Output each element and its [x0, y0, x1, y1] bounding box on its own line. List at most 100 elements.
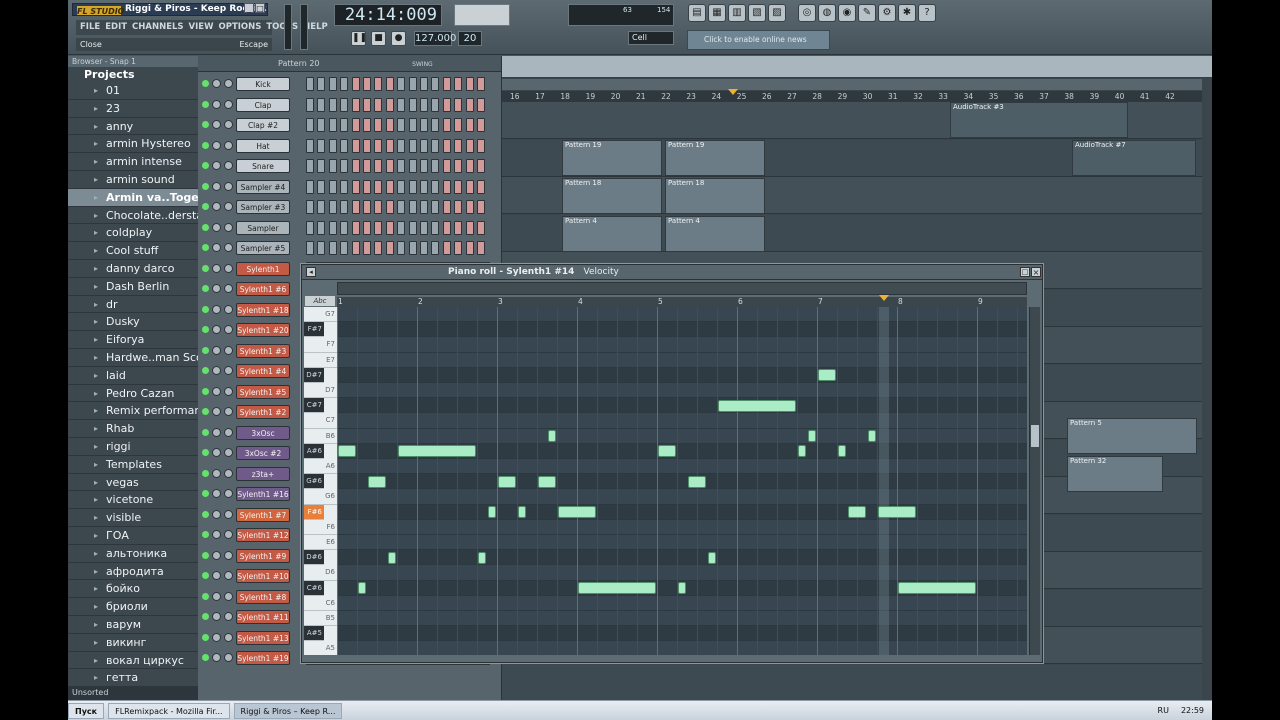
channel-button[interactable]: Sylenth1 #6	[236, 282, 290, 296]
channel-button[interactable]: Sylenth1 #7	[236, 507, 290, 522]
step-button[interactable]	[431, 118, 440, 132]
note[interactable]	[848, 506, 866, 519]
volume-knob[interactable]	[224, 161, 233, 170]
piano-key[interactable]: C#6	[304, 580, 324, 596]
master-pitch-slider[interactable]	[300, 4, 308, 50]
volume-knob[interactable]	[224, 407, 233, 416]
channel-button[interactable]: Sampler #3	[236, 200, 290, 214]
volume-knob[interactable]	[224, 571, 233, 580]
browser-item[interactable]: гетта	[68, 669, 198, 688]
note[interactable]	[548, 430, 556, 443]
browser-item[interactable]: варум	[68, 616, 198, 634]
browser-item[interactable]: vegas	[68, 474, 198, 492]
browser-item[interactable]: вокал циркус	[68, 652, 198, 670]
volume-knob[interactable]	[224, 530, 233, 539]
channel-button[interactable]: Sylenth1 #10	[236, 569, 290, 583]
channel-led-icon[interactable]	[202, 244, 209, 251]
step-button[interactable]	[317, 220, 326, 235]
channel-led-icon[interactable]	[202, 367, 209, 374]
piano-key[interactable]: C7	[304, 413, 337, 429]
step-button[interactable]	[374, 77, 383, 91]
channel-row[interactable]: Clap #2	[198, 115, 498, 136]
step-button[interactable]	[420, 220, 428, 235]
step-button[interactable]	[363, 179, 371, 194]
channel-button[interactable]: Sylenth1 #5	[236, 384, 290, 399]
note[interactable]	[398, 445, 476, 458]
piano-key[interactable]: A5	[304, 641, 337, 655]
channel-button[interactable]: Sylenth1 #11	[236, 610, 290, 624]
step-button[interactable]	[408, 220, 417, 235]
browser-item[interactable]: Eiforya	[68, 331, 198, 349]
browser-item[interactable]: Rhab	[68, 420, 198, 438]
piano-key[interactable]: F#7	[304, 322, 324, 338]
playlist-clip[interactable]: Pattern 18	[665, 178, 765, 214]
step-button[interactable]	[351, 97, 360, 112]
maximize-icon[interactable]: □	[1020, 267, 1030, 277]
volume-knob[interactable]	[224, 468, 233, 478]
step-button[interactable]	[317, 200, 326, 214]
browser-item[interactable]: vicetone	[68, 491, 198, 510]
channel-button[interactable]: z3ta+	[236, 466, 290, 481]
pan-knob[interactable]	[212, 243, 221, 252]
channel-led-icon[interactable]	[202, 633, 209, 641]
channel-led-icon[interactable]	[202, 182, 209, 190]
master-volume-slider[interactable]	[284, 4, 292, 50]
step-button[interactable]	[363, 77, 371, 91]
browser-item[interactable]: ГОА	[68, 527, 198, 545]
step-button[interactable]	[431, 77, 440, 91]
channel-button[interactable]: 3xOsc #2	[236, 446, 290, 460]
pan-knob[interactable]	[212, 509, 221, 519]
step-button[interactable]	[454, 241, 463, 255]
browser-item[interactable]: 23	[68, 100, 198, 118]
menu-item[interactable]: CHANNELS	[132, 20, 184, 35]
step-button[interactable]	[465, 179, 474, 194]
minimize-icon[interactable]: _	[244, 3, 254, 13]
volume-knob[interactable]	[224, 99, 233, 109]
channel-led-icon[interactable]	[202, 346, 209, 354]
step-button[interactable]	[397, 159, 406, 173]
help-icon[interactable]: ?	[918, 4, 936, 22]
step-button[interactable]	[385, 159, 394, 173]
pattern-selector[interactable]: 20	[458, 31, 482, 46]
step-button[interactable]	[306, 200, 314, 214]
step-button[interactable]	[454, 97, 463, 112]
step-button[interactable]	[374, 159, 383, 173]
step-button[interactable]	[374, 220, 383, 235]
playlist-clip[interactable]: Pattern 4	[562, 216, 662, 252]
piano-key[interactable]: D6	[304, 565, 337, 581]
pan-knob[interactable]	[212, 99, 221, 109]
step-button[interactable]	[442, 159, 451, 173]
pan-knob[interactable]	[212, 161, 221, 170]
step-button[interactable]	[363, 159, 371, 173]
playlist-clip[interactable]: Pattern 19	[665, 140, 765, 176]
step-button[interactable]	[431, 220, 440, 235]
step-button[interactable]	[442, 97, 451, 112]
volume-knob[interactable]	[224, 550, 233, 560]
volume-knob[interactable]	[224, 243, 233, 252]
browser-item[interactable]: anny	[68, 118, 198, 136]
step-button[interactable]	[328, 200, 337, 214]
menu-item[interactable]: VIEW	[189, 20, 214, 35]
channel-led-icon[interactable]	[202, 490, 209, 497]
note[interactable]	[488, 506, 496, 519]
channel-row[interactable]: Hat	[198, 136, 498, 157]
step-button[interactable]	[374, 179, 383, 194]
step-button[interactable]	[408, 97, 417, 112]
pan-knob[interactable]	[212, 591, 221, 601]
step-button[interactable]	[328, 97, 337, 112]
step-button[interactable]	[340, 220, 349, 235]
maximize-icon[interactable]: □	[255, 3, 265, 13]
step-button[interactable]	[408, 118, 417, 132]
channel-led-icon[interactable]	[202, 223, 209, 231]
step-button[interactable]	[351, 220, 360, 235]
task-fl-studio[interactable]: Riggi & Piros – Keep R...	[233, 702, 343, 719]
step-button[interactable]	[374, 200, 383, 214]
note[interactable]	[388, 551, 396, 564]
piano-key[interactable]: A#6	[304, 443, 324, 459]
volume-knob[interactable]	[224, 284, 233, 293]
step-button[interactable]	[454, 220, 463, 235]
step-button[interactable]	[306, 179, 314, 194]
step-button[interactable]	[408, 179, 417, 194]
note[interactable]	[868, 430, 876, 443]
browser-item[interactable]: coldplay	[68, 224, 198, 243]
